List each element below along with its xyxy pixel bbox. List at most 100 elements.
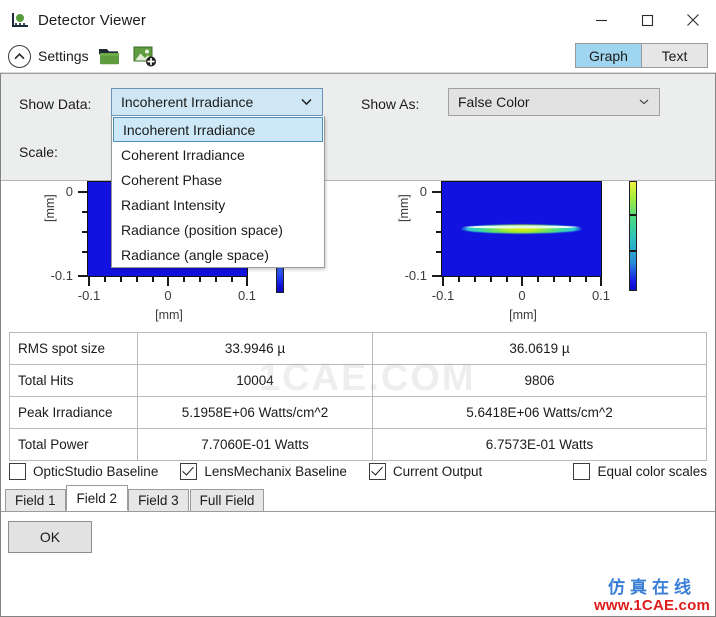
show-data-value: Incoherent Irradiance [121,94,254,110]
right-axis-tick [585,277,587,282]
options-checkbox-row: OpticStudio Baseline LensMechanix Baseli… [9,456,707,486]
right-plot-xtick-2: 0.1 [591,288,611,303]
view-mode-toggle: Graph Text [575,43,708,68]
maximize-button[interactable] [624,0,670,40]
dropdown-option-coherent-phase[interactable]: Coherent Phase [112,167,324,192]
right-axis-tick [521,277,523,286]
table-row: Peak Irradiance 5.1958E+06 Watts/cm^2 5.… [9,396,707,429]
left-axis-tick [215,277,217,282]
checkbox-box [573,462,591,480]
dialog-footer: OK [1,511,715,616]
checkbox-equal-color-scales[interactable]: Equal color scales [573,462,707,480]
window-title: Detector Viewer [38,11,146,29]
dropdown-option-radiant-intensity[interactable]: Radiant Intensity [112,192,324,217]
left-plot-xtick-2: 0.1 [237,288,257,303]
checkbox-current-output[interactable]: Current Output [368,462,482,480]
left-axis-tick [78,191,87,193]
add-image-icon[interactable] [133,44,159,68]
dropdown-option-radiance-position-space[interactable]: Radiance (position space) [112,217,324,242]
show-as-combobox[interactable]: False Color [448,88,660,116]
right-axis-tick [537,277,539,282]
left-axis-tick [199,277,201,282]
tab-field-3[interactable]: Field 3 [128,489,189,511]
row-label: Total Hits [9,364,138,397]
show-data-combobox[interactable]: Incoherent Irradiance [111,88,323,116]
colorbar-tick [630,214,636,216]
dropdown-option-coherent-irradiance[interactable]: Coherent Irradiance [112,142,324,167]
left-axis-tick [104,277,106,282]
show-data-label: Show Data: [19,96,92,112]
show-data-dropdown-list: Incoherent Irradiance Coherent Irradianc… [111,116,325,268]
checkbox-label: LensMechanix Baseline [204,463,347,479]
table-row: RMS spot size 33.9946 µ 36.0619 µ [9,332,707,365]
table-row: Total Hits 10004 9806 [9,364,707,397]
checkbox-lensmechanix-baseline[interactable]: LensMechanix Baseline [180,462,347,480]
right-axis-tick [490,277,492,282]
right-axis-tick [600,277,602,286]
right-plot-xlabel: [mm] [509,308,537,322]
row-value-1: 10004 [137,364,373,397]
show-as-value: False Color [458,94,530,110]
view-mode-graph[interactable]: Graph [576,44,641,67]
settings-toolbar: Settings Graph Text [0,40,716,73]
chevron-up-circle-icon[interactable] [8,44,31,68]
tab-full-field[interactable]: Full Field [189,489,265,511]
right-plot: [mm] 0 -0.1 -0.1 0 0.1 [mm] [359,180,715,325]
chevron-down-icon [301,98,312,106]
row-label: RMS spot size [9,332,138,365]
results-table: RMS spot size 33.9946 µ 36.0619 µ Total … [9,332,707,461]
minimize-button[interactable] [578,0,624,40]
left-axis-tick [120,277,122,282]
checkbox-box [9,462,26,480]
results-table-body: RMS spot size 33.9946 µ 36.0619 µ Total … [9,332,707,461]
right-colorbar [629,181,637,291]
irradiance-streak-edge [461,225,582,229]
checkbox-label: OpticStudio Baseline [33,463,159,479]
checkbox-label: Equal color scales [597,463,707,479]
left-axis-tick [246,277,248,286]
right-axis-tick [458,277,460,282]
show-as-label: Show As: [361,96,420,112]
field-tabs: Field 1 Field 2 Field 3 Full Field [5,485,265,511]
row-label: Peak Irradiance [9,396,138,429]
right-plot-xtick-1: 0 [518,288,526,303]
viewer-content: 1CAE.COM [mm] 0 -0.1 -0.1 0 0.1 [mm] [mm… [0,73,716,617]
left-axis-tick [167,277,169,286]
right-plot-ytick-1: -0.1 [404,268,427,283]
left-plot-ytick-0: 0 [65,184,73,199]
left-axis-tick [136,277,138,282]
row-value-1: 33.9946 µ [137,332,373,365]
close-button[interactable] [670,0,716,40]
plot-area: [mm] 0 -0.1 -0.1 0 0.1 [mm] [mm] 0 -0.1 … [1,180,715,325]
dropdown-option-incoherent-irradiance[interactable]: Incoherent Irradiance [113,117,323,142]
left-colorbar [276,265,284,293]
view-mode-text[interactable]: Text [642,44,707,67]
tab-field-1[interactable]: Field 1 [5,489,66,511]
scale-label: Scale: [19,144,58,160]
ok-button[interactable]: OK [8,521,92,553]
right-axis-tick [569,277,571,282]
title-bar: Detector Viewer [0,0,716,40]
left-plot-xtick-1: 0 [164,288,172,303]
left-axis-tick [78,275,87,277]
dropdown-option-radiance-angle-space[interactable]: Radiance (angle space) [112,242,324,267]
row-value-1: 5.1958E+06 Watts/cm^2 [137,396,373,429]
green-folder-icon[interactable] [98,44,124,68]
tab-field-2[interactable]: Field 2 [65,485,129,511]
right-axis-tick [553,277,555,282]
checkbox-opticstudio-baseline[interactable]: OpticStudio Baseline [9,462,159,480]
row-value-2: 36.0619 µ [372,332,707,365]
left-axis-tick [88,277,90,286]
detector-viewer-window: Detector Viewer Settings Graph Text 1CAE… [0,0,716,617]
row-value-2: 5.6418E+06 Watts/cm^2 [372,396,707,429]
right-axis-tick [506,277,508,282]
settings-label[interactable]: Settings [38,48,89,64]
colorbar-tick [630,250,636,252]
left-axis-tick [183,277,185,282]
left-axis-tick [152,277,154,282]
right-heatmap[interactable] [441,181,602,277]
left-plot-xtick-0: -0.1 [77,288,101,303]
right-axis-tick [442,277,444,286]
settings-panel: Show Data: Scale: Show As: Incoherent Ir… [1,74,715,181]
right-axis-tick [432,191,441,193]
